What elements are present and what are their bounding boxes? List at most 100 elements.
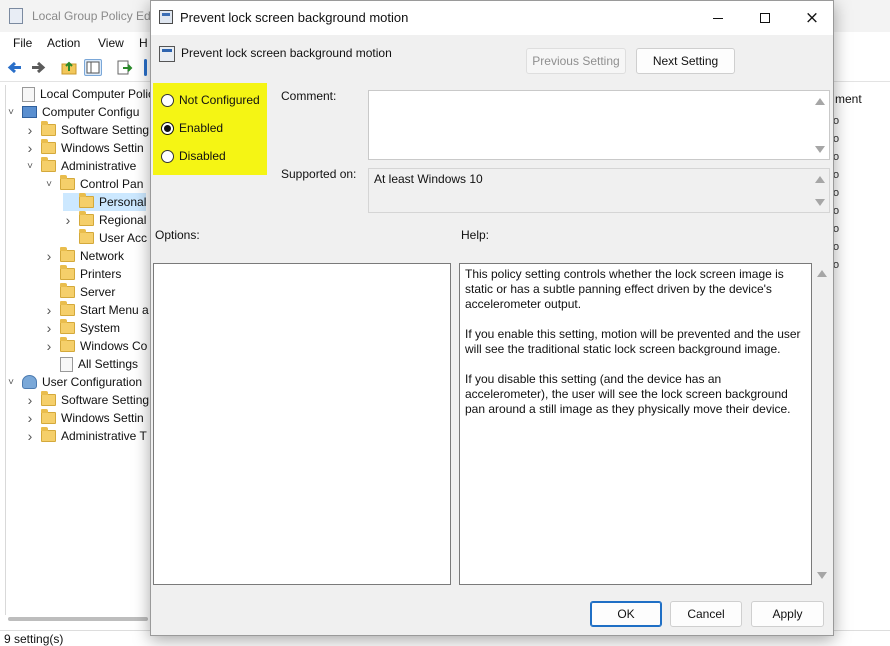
help-icon[interactable] (144, 59, 147, 76)
help-label: Help: (461, 228, 490, 242)
maximize-button[interactable] (742, 1, 788, 35)
export-list-icon[interactable] (115, 59, 133, 76)
chevron-right-icon[interactable]: › (25, 428, 35, 444)
tree-horizontal-scrollbar[interactable] (8, 617, 148, 621)
tree-item[interactable]: Server (44, 283, 115, 301)
next-setting-button[interactable]: Next Setting (636, 48, 735, 74)
tree-item[interactable]: › Network (44, 247, 124, 265)
dialog-policy-icon (159, 10, 173, 24)
scroll-up-icon[interactable] (815, 176, 825, 183)
tree-item[interactable]: › Regional (63, 211, 146, 229)
tree-item-label: Control Pan (80, 177, 144, 191)
comment-label: Comment: (281, 89, 337, 103)
tree-item[interactable]: › Windows Settin (25, 139, 144, 157)
chevron-right-icon[interactable]: › (44, 248, 54, 264)
apply-button[interactable]: Apply (751, 601, 824, 627)
chevron-down-icon[interactable]: ˅ (6, 377, 16, 388)
chevron-down-icon[interactable]: ˅ (44, 179, 54, 190)
supported-on-value: At least Windows 10 (374, 172, 483, 186)
chevron-right-icon[interactable]: › (25, 122, 35, 138)
folder-icon (41, 139, 56, 154)
radio-not-configured[interactable]: Not Configured (161, 93, 260, 107)
tree-item[interactable]: ˅ User Configuration (6, 373, 142, 391)
dialog-title: Prevent lock screen background motion (180, 10, 409, 25)
help-paragraph: If you enable this setting, motion will … (465, 327, 801, 356)
scroll-up-icon[interactable] (817, 270, 827, 277)
policy-editor-icon (9, 8, 23, 24)
cancel-button[interactable]: Cancel (670, 601, 742, 627)
comment-scrollbar[interactable] (812, 91, 829, 159)
forward-arrow-icon[interactable] (29, 59, 47, 76)
folder-icon (60, 175, 75, 190)
user-icon (22, 375, 37, 389)
scroll-down-icon[interactable] (817, 572, 827, 579)
radio-disabled[interactable]: Disabled (161, 149, 226, 163)
tree-item[interactable]: ˅ Control Pan (44, 175, 143, 193)
tree-item[interactable]: › Windows Co (44, 337, 147, 355)
comment-field[interactable] (368, 90, 830, 160)
scroll-down-icon[interactable] (815, 146, 825, 153)
tree-item[interactable]: ˅ Administrative (25, 157, 136, 175)
options-panel (153, 263, 451, 585)
tree-item-label: System (80, 321, 121, 335)
tree-item[interactable]: › Administrative T (25, 427, 147, 445)
scroll-down-icon[interactable] (815, 199, 825, 206)
menu-view[interactable]: View (98, 36, 124, 50)
folder-icon (41, 121, 56, 136)
folder-icon (79, 229, 94, 244)
tree-item[interactable]: › Software Setting (25, 121, 149, 139)
maximize-icon (760, 13, 770, 23)
up-folder-icon[interactable] (60, 59, 78, 76)
state-radio-group: Not Configured Enabled Disabled (153, 83, 267, 175)
close-button[interactable]: × (789, 1, 835, 35)
menu-help[interactable]: H (139, 36, 148, 50)
ok-button[interactable]: OK (590, 601, 662, 627)
chevron-right-icon[interactable]: › (25, 140, 35, 156)
tree-item-label: All Settings (78, 357, 139, 371)
doc-icon (22, 86, 35, 102)
tree-item-label: Server (80, 285, 116, 299)
menu-action[interactable]: Action (47, 36, 80, 50)
tree-item[interactable]: Local Computer Policy (6, 85, 150, 103)
tree-item[interactable]: › Start Menu a (44, 301, 149, 319)
chevron-right-icon[interactable]: › (25, 410, 35, 426)
tree-item[interactable]: User Acc (63, 229, 147, 247)
back-arrow-icon[interactable] (6, 59, 24, 76)
minimize-icon (713, 17, 723, 19)
tree-item-label: Windows Settin (61, 411, 144, 425)
chevron-down-icon[interactable]: ˅ (25, 161, 35, 172)
tree-item[interactable]: Personal (63, 193, 147, 211)
chevron-right-icon[interactable]: › (44, 320, 54, 336)
supported-scrollbar[interactable] (812, 169, 829, 212)
help-panel[interactable]: This policy setting controls whether the… (459, 263, 812, 585)
tree-item-label: Windows Settin (61, 141, 144, 155)
tree-item[interactable]: › Software Setting (25, 391, 149, 409)
show-hide-tree-icon[interactable] (84, 59, 102, 76)
folder-icon (41, 157, 56, 172)
tree-item[interactable]: ˅ Computer Configu (6, 103, 139, 121)
tree-item[interactable]: Printers (44, 265, 121, 283)
policy-tree: Local Computer Policy ˅ Computer Configu › S… (5, 85, 150, 615)
tree-item[interactable]: › Windows Settin (25, 409, 144, 427)
help-text: This policy setting controls whether the… (465, 267, 805, 432)
chevron-right-icon[interactable]: › (25, 392, 35, 408)
previous-setting-button[interactable]: Previous Setting (526, 48, 626, 74)
scroll-up-icon[interactable] (815, 98, 825, 105)
folder-icon (41, 409, 56, 424)
radio-indicator-checked (161, 121, 174, 135)
tree-item[interactable]: All Settings (44, 355, 138, 373)
radio-enabled[interactable]: Enabled (161, 121, 223, 135)
chevron-down-icon[interactable]: ˅ (6, 107, 16, 118)
editor-title: Local Group Policy Edi (32, 9, 154, 23)
chevron-right-icon[interactable]: › (63, 212, 73, 228)
tree-item[interactable]: › System (44, 319, 120, 337)
policy-setting-icon (159, 46, 175, 62)
minimize-button[interactable] (695, 1, 741, 35)
help-paragraph: This policy setting controls whether the… (465, 267, 784, 311)
tree-item-label: User Configuration (42, 375, 143, 389)
menu-file[interactable]: File (13, 36, 32, 50)
tree-item-label: Administrative T (61, 429, 147, 443)
help-scrollbar[interactable] (814, 263, 831, 585)
chevron-right-icon[interactable]: › (44, 302, 54, 318)
chevron-right-icon[interactable]: › (44, 338, 54, 354)
